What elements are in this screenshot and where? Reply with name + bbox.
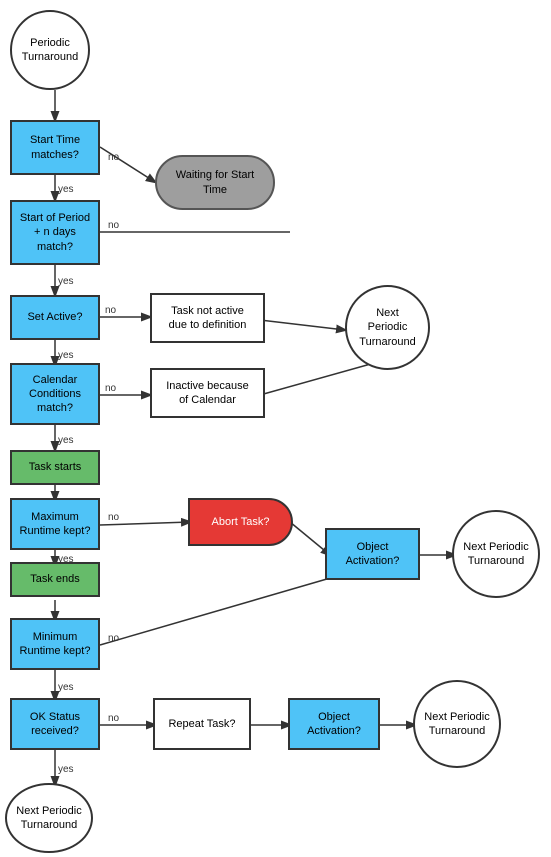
svg-text:no: no: [105, 305, 117, 316]
waiting-for-start-time: Waiting for Start Time: [155, 155, 275, 210]
inactive-calendar: Inactive because of Calendar: [150, 368, 265, 418]
svg-text:no: no: [108, 220, 120, 231]
repeat-task: Repeat Task?: [153, 698, 251, 750]
start-of-period-match: Start of Period + n days match?: [10, 200, 100, 265]
set-active: Set Active?: [10, 295, 100, 340]
periodic-turnaround-start: Periodic Turnaround: [10, 10, 90, 90]
min-runtime: Minimum Runtime kept?: [10, 618, 100, 670]
svg-text:no: no: [108, 713, 120, 724]
svg-text:yes: yes: [58, 682, 74, 693]
next-periodic-1: Next Periodic Turnaround: [345, 285, 430, 370]
svg-text:yes: yes: [58, 184, 74, 195]
next-periodic-4: Next Periodic Turnaround: [5, 783, 93, 853]
svg-text:yes: yes: [58, 764, 74, 775]
next-periodic-2: Next Periodic Turnaround: [452, 510, 540, 598]
start-time-matches: Start Time matches?: [10, 120, 100, 175]
task-not-active: Task not active due to definition: [150, 293, 265, 343]
svg-text:yes: yes: [58, 435, 74, 446]
svg-text:no: no: [108, 633, 120, 644]
task-starts: Task starts: [10, 450, 100, 485]
svg-text:no: no: [105, 383, 117, 394]
svg-text:yes: yes: [58, 350, 74, 361]
object-activation-1: Object Activation?: [325, 528, 420, 580]
svg-text:no: no: [108, 152, 120, 163]
ok-status: OK Status received?: [10, 698, 100, 750]
task-ends: Task ends: [10, 562, 100, 597]
next-periodic-3: Next Periodic Turnaround: [413, 680, 501, 768]
svg-text:no: no: [108, 512, 120, 523]
calendar-conditions: Calendar Conditions match?: [10, 363, 100, 425]
object-activation-2: Object Activation?: [288, 698, 380, 750]
max-runtime: Maximum Runtime kept?: [10, 498, 100, 550]
svg-text:yes: yes: [58, 276, 74, 287]
abort-task: Abort Task?: [188, 498, 293, 546]
